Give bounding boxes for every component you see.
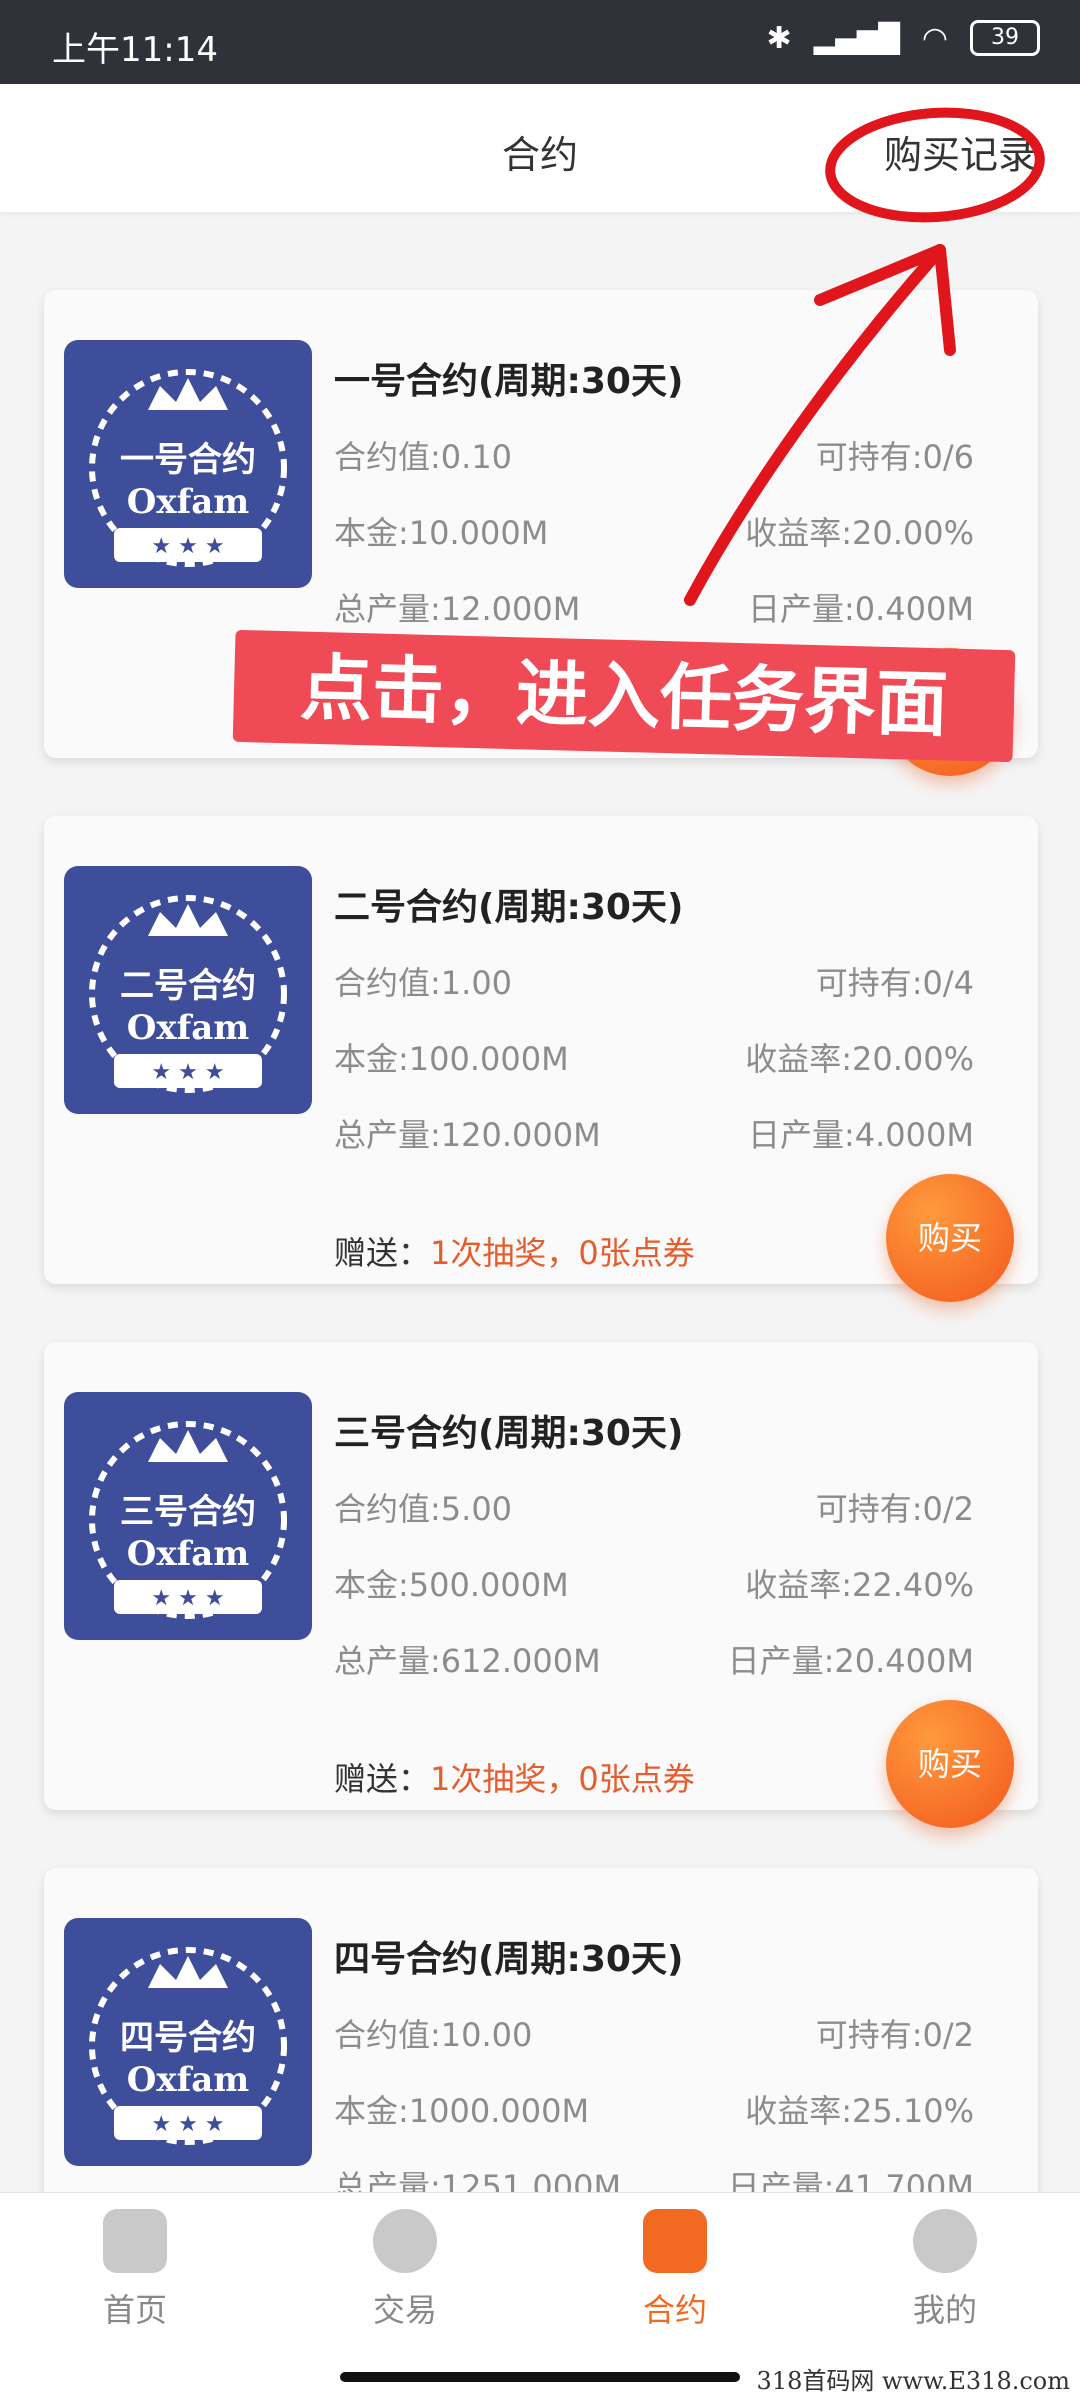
- contract-title: 一号合约(周期:30天): [334, 361, 684, 402]
- badge-brand: Oxfam: [126, 1534, 250, 1574]
- total-output: 总产量:12.000M: [334, 590, 581, 628]
- row-principal: 本金:500.000M 收益率:22.40%: [334, 1560, 974, 1606]
- badge-brand: Oxfam: [126, 2060, 250, 2100]
- holdable-count: 可持有:0/2: [815, 1490, 974, 1528]
- holdable-count: 可持有:0/6: [815, 438, 974, 476]
- holdable-count: 可持有:0/2: [815, 2016, 974, 2054]
- badge-title: 一号合约: [120, 440, 256, 480]
- principal: 本金:10.000M: [334, 514, 549, 552]
- buy-button[interactable]: 购买: [886, 1174, 1014, 1302]
- buy-button[interactable]: 购买: [886, 1700, 1014, 1828]
- badge-brand: Oxfam: [126, 482, 250, 522]
- purchase-record-link[interactable]: 购买记录: [884, 124, 1036, 179]
- nav-trade[interactable]: 交易: [270, 2209, 540, 2331]
- contract-title: 四号合约(周期:30天): [334, 1939, 684, 1980]
- daily-output: 日产量:0.400M: [747, 590, 974, 628]
- gift-info: 赠送：1次抽奖，0张点券: [334, 1228, 695, 1274]
- home-indicator[interactable]: [340, 2372, 740, 2382]
- gift-value: 1次抽奖，0张点券: [430, 1760, 695, 1798]
- principal: 本金:100.000M: [334, 1040, 569, 1078]
- annotation-banner: 点击，进入任务界面: [232, 629, 1016, 763]
- row-principal: 本金:1000.000M 收益率:25.10%: [334, 2086, 974, 2132]
- gift-info: 赠送：1次抽奖，0张点券: [334, 1754, 695, 1800]
- status-time: 上午11:14: [52, 30, 218, 70]
- status-bar: 上午11:14 ✱ ▂▄▆█ ◠ 39: [0, 0, 1080, 84]
- nav-profile-label: 我的: [912, 2291, 977, 2329]
- principal: 本金:500.000M: [334, 1566, 569, 1604]
- contract-value: 合约值:5.00: [334, 1490, 513, 1528]
- row-value: 合约值:1.00 可持有:0/4: [334, 958, 974, 1004]
- contract-title: 二号合约(周期:30天): [334, 887, 684, 928]
- yield-rate: 收益率:22.40%: [745, 1566, 974, 1604]
- trade-icon: [373, 2209, 437, 2273]
- wifi-icon: ◠: [921, 20, 948, 56]
- contract-value: 合约值:0.10: [334, 438, 513, 476]
- contract-badge-icon: ★ ★ ★ 三号合约 Oxfam: [64, 1392, 312, 1640]
- principal: 本金:1000.000M: [334, 2092, 590, 2130]
- row-value: 合约值:0.10 可持有:0/6: [334, 432, 974, 478]
- home-icon: [103, 2209, 167, 2273]
- yield-rate: 收益率:20.00%: [745, 514, 974, 552]
- watermark: 318首码网 www.E318.com: [756, 2367, 1070, 2395]
- daily-output: 日产量:20.400M: [727, 1642, 974, 1680]
- gift-label: 赠送：: [334, 1234, 431, 1272]
- yield-rate: 收益率:25.10%: [745, 2092, 974, 2130]
- contract-badge-icon: ★ ★ ★ 四号合约 Oxfam: [64, 1918, 312, 2166]
- status-icons: ✱ ▂▄▆█ ◠ 39: [767, 20, 1040, 56]
- svg-text:★ ★ ★: ★ ★ ★: [151, 2112, 224, 2137]
- gift-value: 1次抽奖，0张点券: [430, 1234, 695, 1272]
- contract-badge-icon: ★ ★ ★ 二号合约 Oxfam: [64, 866, 312, 1114]
- badge-title: 二号合约: [120, 966, 256, 1006]
- contract-card[interactable]: ★ ★ ★ 三号合约 Oxfam 三号合约(周期:30天) 合约值:5.00 可…: [44, 1342, 1038, 1828]
- badge-title: 三号合约: [120, 1492, 256, 1532]
- nav-contract-label: 合约: [642, 2291, 707, 2329]
- row-value: 合约值:10.00 可持有:0/2: [334, 2010, 974, 2056]
- contract-card[interactable]: ★ ★ ★ 二号合约 Oxfam 二号合约(周期:30天) 合约值:1.00 可…: [44, 816, 1038, 1302]
- row-principal: 本金:100.000M 收益率:20.00%: [334, 1034, 974, 1080]
- badge-brand: Oxfam: [126, 1008, 250, 1048]
- contract-value: 合约值:10.00: [334, 2016, 533, 2054]
- svg-text:★ ★ ★: ★ ★ ★: [151, 534, 224, 559]
- profile-icon: [913, 2209, 977, 2273]
- contract-badge-icon: ★ ★ ★ 一号合约 Oxfam: [64, 340, 312, 588]
- row-output: 总产量:612.000M 日产量:20.400M: [334, 1636, 974, 1682]
- total-output: 总产量:612.000M: [334, 1642, 601, 1680]
- yield-rate: 收益率:20.00%: [745, 1040, 974, 1078]
- badge-title: 四号合约: [120, 2018, 256, 2058]
- svg-text:★ ★ ★: ★ ★ ★: [151, 1060, 224, 1085]
- daily-output: 日产量:4.000M: [747, 1116, 974, 1154]
- contract-value: 合约值:1.00: [334, 964, 513, 1002]
- battery-icon: 39: [970, 20, 1040, 56]
- contract-title: 三号合约(周期:30天): [334, 1413, 684, 1454]
- contract-icon: [643, 2209, 707, 2273]
- app-header: 合约 购买记录: [0, 84, 1080, 212]
- svg-text:★ ★ ★: ★ ★ ★: [151, 1586, 224, 1611]
- row-output: 总产量:12.000M 日产量:0.400M: [334, 584, 974, 630]
- nav-contract[interactable]: 合约: [540, 2209, 810, 2331]
- nav-trade-label: 交易: [372, 2291, 437, 2329]
- nav-home-label: 首页: [102, 2291, 167, 2329]
- nav-profile[interactable]: 我的: [810, 2209, 1080, 2331]
- row-output: 总产量:120.000M 日产量:4.000M: [334, 1110, 974, 1156]
- signal-icon: ▂▄▆█: [813, 21, 900, 55]
- row-principal: 本金:10.000M 收益率:20.00%: [334, 508, 974, 554]
- holdable-count: 可持有:0/4: [815, 964, 974, 1002]
- gift-label: 赠送：: [334, 1760, 431, 1798]
- bluetooth-icon: ✱: [766, 20, 792, 56]
- row-value: 合约值:5.00 可持有:0/2: [334, 1484, 974, 1530]
- nav-home[interactable]: 首页: [0, 2209, 270, 2331]
- total-output: 总产量:120.000M: [334, 1116, 601, 1154]
